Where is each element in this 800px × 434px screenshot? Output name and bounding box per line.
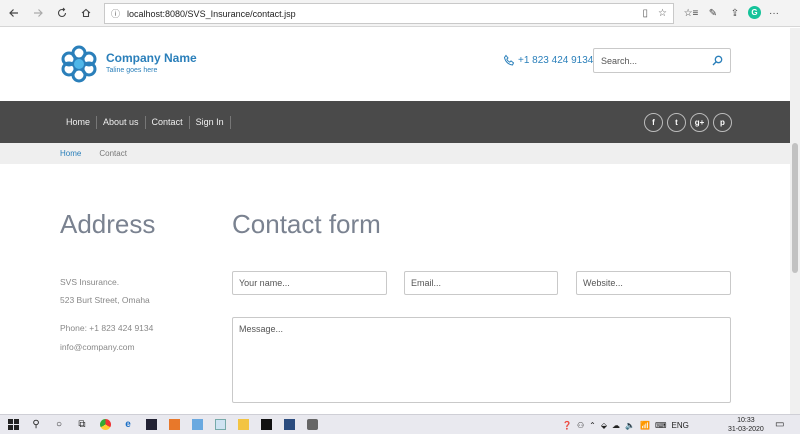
people-icon[interactable]: ⚇ — [577, 421, 584, 430]
forward-icon[interactable] — [26, 1, 50, 25]
grammarly-extension-icon[interactable]: G — [748, 6, 761, 19]
tray-chevron-up-icon[interactable]: ⌃ — [589, 421, 596, 430]
task-view-icon[interactable]: ⧉ — [73, 416, 91, 434]
home-icon[interactable] — [74, 1, 98, 25]
share-icon[interactable]: ⇪ — [726, 3, 744, 23]
breadcrumb: Home Contact — [0, 143, 790, 164]
name-placeholder: Your name... — [239, 278, 290, 288]
favorite-star-icon[interactable]: ☆ — [658, 8, 667, 19]
main-navbar: Home About us Contact Sign In f t g+ p — [0, 101, 790, 143]
nav-item-sign-in[interactable]: Sign In — [190, 115, 231, 129]
social-links: f t g+ p — [644, 113, 732, 132]
url-text: localhost:8080/SVS_Insurance/contact.jsp — [127, 8, 296, 19]
refresh-icon[interactable] — [50, 1, 74, 25]
page-scrollbar[interactable] — [790, 28, 800, 414]
address-line-1: SVS Insurance. — [60, 277, 120, 287]
address-bar[interactable]: ⓘ localhost:8080/SVS_Insurance/contact.j… — [104, 3, 674, 24]
breadcrumb-current: Contact — [99, 149, 127, 158]
windows-taskbar: ⚲ ○ ⧉ e ❓ ⚇ ⌃ ⬙ ☁ 🔈 📶 ⌨ ENG 10:33 31-03-… — [0, 414, 800, 434]
notification-center-icon[interactable]: ▭ — [775, 419, 784, 430]
search-icon[interactable] — [712, 55, 723, 66]
reading-view-icon[interactable]: ▯ — [643, 8, 649, 19]
taskbar-search-icon[interactable]: ⚲ — [27, 416, 45, 434]
phone-icon — [503, 54, 515, 66]
keyboard-icon[interactable]: ⌨ — [655, 421, 667, 430]
onedrive-icon[interactable]: ☁ — [612, 421, 620, 430]
system-tray: ❓ ⚇ ⌃ ⬙ ☁ 🔈 📶 ⌨ ENG — [562, 415, 689, 434]
app-gray-taskbar-icon[interactable] — [303, 416, 321, 434]
chrome-taskbar-icon[interactable] — [96, 416, 114, 434]
app-orange-taskbar-icon[interactable] — [165, 416, 183, 434]
file-explorer-taskbar-icon[interactable] — [234, 416, 252, 434]
edge-taskbar-icon[interactable]: e — [119, 416, 137, 434]
address-heading: Address — [60, 209, 156, 239]
main-menu: Home About us Contact Sign In — [60, 101, 231, 143]
site-info-icon[interactable]: ⓘ — [111, 7, 120, 20]
network-icon[interactable]: 📶 — [640, 421, 650, 430]
website-field[interactable]: Website... — [576, 271, 731, 295]
windows-start-icon[interactable] — [4, 416, 22, 434]
clock-time: 10:33 — [737, 417, 755, 424]
browser-toolbar: ⓘ localhost:8080/SVS_Insurance/contact.j… — [0, 0, 800, 27]
pen-icon[interactable]: ✎ — [704, 3, 722, 23]
dropbox-icon[interactable]: ⬙ — [601, 421, 607, 430]
back-icon[interactable] — [2, 1, 26, 25]
help-icon[interactable]: ❓ — [562, 421, 572, 430]
pinterest-icon[interactable]: p — [713, 113, 732, 132]
volume-icon[interactable]: 🔈 — [625, 421, 635, 430]
address-email[interactable]: info@company.com — [60, 342, 135, 352]
address-line-2: 523 Burt Street, Omaha — [60, 295, 150, 305]
notepad-taskbar-icon[interactable] — [211, 416, 229, 434]
app-navy-taskbar-icon[interactable] — [280, 416, 298, 434]
name-field[interactable]: Your name... — [232, 271, 387, 295]
input-language[interactable]: ENG — [671, 421, 688, 430]
company-tagline: Taline goes here — [106, 67, 158, 74]
header-phone: +1 823 424 9134 — [503, 54, 593, 67]
email-field[interactable]: Email... — [404, 271, 558, 295]
company-logo-icon[interactable] — [59, 44, 99, 84]
search-placeholder: Search... — [601, 55, 638, 66]
google-plus-icon[interactable]: g+ — [690, 113, 709, 132]
twitter-icon[interactable]: t — [667, 113, 686, 132]
email-placeholder: Email... — [411, 278, 442, 288]
message-placeholder: Message... — [239, 324, 284, 334]
cmd-taskbar-icon[interactable] — [257, 416, 275, 434]
app-blue-taskbar-icon[interactable] — [188, 416, 206, 434]
cortana-icon[interactable]: ○ — [50, 416, 68, 434]
header-phone-number: +1 823 424 9134 — [518, 55, 594, 66]
scrollbar-thumb[interactable] — [792, 143, 798, 273]
terminal-taskbar-icon[interactable] — [142, 416, 160, 434]
nav-item-about-us[interactable]: About us — [97, 115, 146, 129]
message-textarea[interactable]: Message... — [232, 317, 731, 403]
address-phone: Phone: +1 823 424 9134 — [60, 323, 154, 333]
site-header: Company Name Taline goes here +1 823 424… — [0, 28, 790, 101]
nav-item-home[interactable]: Home — [60, 115, 98, 129]
clock-date: 31-03-2020 — [728, 426, 764, 433]
facebook-icon[interactable]: f — [644, 113, 663, 132]
search-input[interactable]: Search... — [593, 48, 731, 73]
more-options-icon[interactable]: ··· — [765, 3, 783, 23]
contact-form-heading: Contact form — [232, 209, 381, 239]
company-name[interactable]: Company Name — [106, 51, 197, 65]
website-placeholder: Website... — [583, 278, 623, 288]
breadcrumb-home[interactable]: Home — [60, 149, 81, 158]
taskbar-clock[interactable]: 10:33 31-03-2020 — [728, 416, 764, 434]
favorites-bar-icon[interactable]: ☆≡ — [682, 3, 700, 23]
nav-item-contact[interactable]: Contact — [146, 115, 190, 129]
